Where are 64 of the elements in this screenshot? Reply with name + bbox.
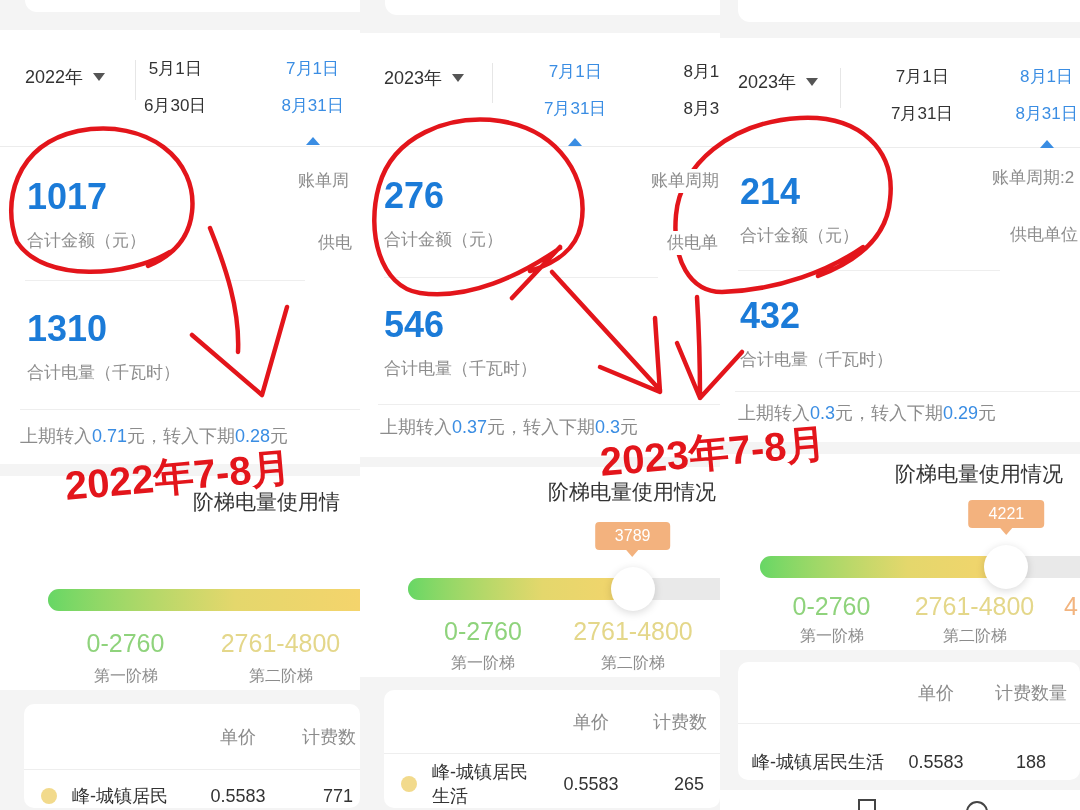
section-title: 阶梯电量使用情况 bbox=[548, 480, 716, 503]
tier-range: 0-2760 bbox=[86, 628, 165, 658]
table-cell-text: 188 bbox=[1015, 751, 1046, 774]
date-range-tab[interactable]: 7月1日 7月31日 bbox=[891, 64, 954, 127]
carryover-note: 上期转入0.37元，转入下期0.3元 bbox=[380, 416, 639, 439]
total-amount-label: 合计金额（元） bbox=[740, 225, 859, 247]
bill-info-label: 供电单 bbox=[667, 231, 718, 255]
section-title: 阶梯电量使用情况 bbox=[895, 462, 1063, 485]
column-header: 计费数 bbox=[653, 710, 707, 734]
caret-down-icon bbox=[93, 73, 106, 81]
bill-info-label: 账单周期 bbox=[651, 169, 719, 193]
table-cell-text: 771 bbox=[322, 785, 353, 808]
carryover-note: 上期转入0.71元，转入下期0.28元 bbox=[20, 425, 289, 448]
year-selector[interactable]: 2023年 bbox=[384, 65, 465, 91]
column-header: 单价 bbox=[918, 681, 954, 705]
total-energy-label: 合计电量（千瓦时） bbox=[27, 362, 180, 384]
column-header: 单价 bbox=[573, 710, 609, 734]
tier-range: 2761-4800 bbox=[220, 628, 341, 658]
table-cell-text: 0.5583 bbox=[908, 751, 964, 774]
total-energy-label: 合计电量（千瓦时） bbox=[740, 349, 893, 371]
tier-name: 第二阶梯 bbox=[601, 653, 665, 673]
triangle-indicator-icon bbox=[568, 138, 583, 146]
section-title: 阶梯电量使用情 bbox=[193, 490, 340, 513]
table-cell-text: 0.5583 bbox=[563, 773, 619, 796]
total-amount-label: 合计金额（元） bbox=[384, 229, 503, 251]
tier-name: 第二阶梯 bbox=[942, 626, 1007, 646]
total-amount-value: 1017 bbox=[27, 177, 108, 217]
total-amount-label: 合计金额（元） bbox=[27, 230, 146, 252]
date-range-tab[interactable]: 5月1日 6月30日 bbox=[144, 56, 207, 119]
tier-name: 第一阶梯 bbox=[799, 626, 864, 646]
column-header: 计费数量 bbox=[995, 681, 1067, 705]
tier-name: 第二阶梯 bbox=[248, 666, 313, 686]
total-energy-value: 1310 bbox=[27, 309, 108, 349]
triangle-indicator-icon bbox=[305, 137, 320, 145]
carryover-note: 上期转入0.3元，转入下期0.29元 bbox=[738, 402, 997, 425]
value-tooltip: 3789 bbox=[594, 522, 671, 557]
date-range-tab[interactable]: 8月1 8月3 bbox=[683, 59, 720, 122]
slider-thumb bbox=[984, 545, 1029, 589]
tier-range: 0-2760 bbox=[444, 616, 522, 646]
total-amount-value: 214 bbox=[740, 172, 801, 212]
tier-range: 0-2760 bbox=[792, 591, 871, 621]
tier-range: 4 bbox=[1064, 591, 1078, 621]
total-energy-label: 合计电量（千瓦时） bbox=[384, 358, 537, 380]
tier-range: 2761-4800 bbox=[573, 616, 693, 646]
triangle-indicator-icon bbox=[1039, 140, 1054, 148]
total-amount-value: 276 bbox=[384, 176, 445, 216]
column-header: 单价 bbox=[220, 725, 256, 749]
table-cell-text: 峰-城镇居民生活 bbox=[432, 761, 529, 808]
tier-name: 第一阶梯 bbox=[451, 653, 515, 673]
tier-name: 第一阶梯 bbox=[93, 666, 158, 686]
table-cell-text: 峰-城镇居民 bbox=[72, 785, 169, 808]
table-cell-text: 265 bbox=[673, 773, 704, 796]
table-cell-text: 峰-城镇居民生活 bbox=[752, 751, 884, 774]
year-selector[interactable]: 2022年 bbox=[25, 64, 106, 90]
tier-range: 2761-4800 bbox=[914, 591, 1035, 621]
total-energy-value: 432 bbox=[740, 296, 801, 336]
value-tooltip: 4221 bbox=[968, 500, 1045, 535]
table-cell-text: 0.5583 bbox=[210, 785, 266, 808]
year-selector[interactable]: 2023年 bbox=[738, 69, 819, 95]
column-header: 计费数 bbox=[302, 725, 356, 749]
caret-down-icon bbox=[452, 74, 465, 82]
slider-thumb bbox=[610, 567, 655, 611]
caret-down-icon bbox=[806, 78, 819, 86]
total-energy-value: 546 bbox=[384, 305, 445, 345]
